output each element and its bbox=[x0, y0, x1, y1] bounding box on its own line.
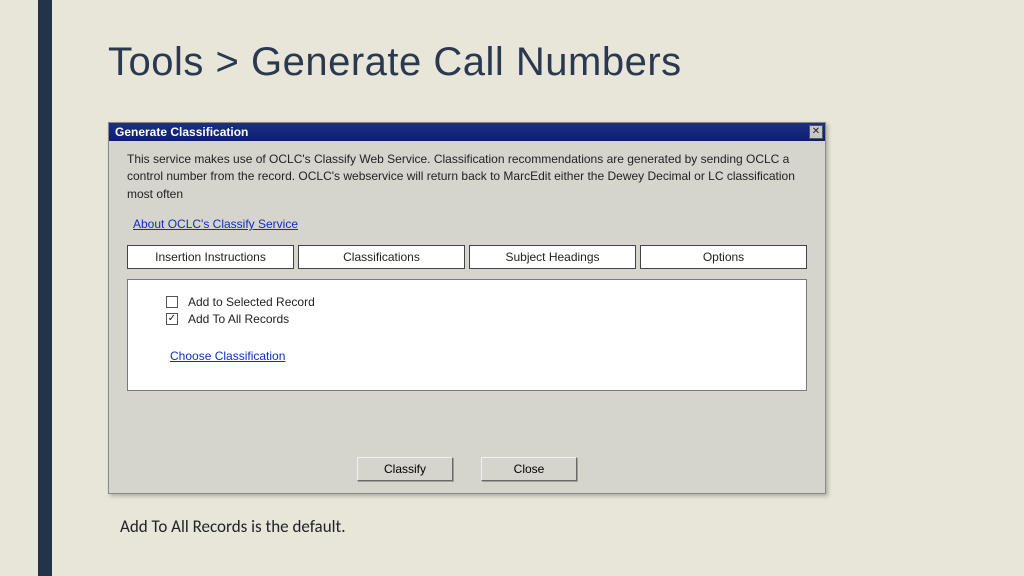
tab-insertion-instructions[interactable]: Insertion Instructions bbox=[127, 245, 294, 269]
slide-accent-bar bbox=[38, 0, 52, 576]
checkbox-add-all-records[interactable] bbox=[166, 313, 178, 325]
classify-button[interactable]: Classify bbox=[357, 457, 453, 481]
tab-options[interactable]: Options bbox=[640, 245, 807, 269]
tab-subject-headings[interactable]: Subject Headings bbox=[469, 245, 636, 269]
options-panel: Add to Selected Record Add To All Record… bbox=[127, 279, 807, 391]
about-classify-link[interactable]: About OCLC's Classify Service bbox=[133, 217, 298, 231]
checkbox-label: Add to Selected Record bbox=[188, 295, 315, 309]
slide-title: Tools > Generate Call Numbers bbox=[108, 40, 682, 85]
generate-classification-dialog: Generate Classification ✕ This service m… bbox=[108, 122, 826, 494]
checkbox-label: Add To All Records bbox=[188, 312, 289, 326]
dialog-title: Generate Classification bbox=[115, 125, 248, 139]
choose-classification-link[interactable]: Choose Classification bbox=[170, 349, 285, 363]
checkbox-add-selected-record[interactable] bbox=[166, 296, 178, 308]
close-icon[interactable]: ✕ bbox=[809, 125, 823, 139]
checkbox-row-all-records: Add To All Records bbox=[166, 312, 792, 326]
slide-caption: Add To All Records is the default. bbox=[120, 516, 346, 537]
dialog-titlebar[interactable]: Generate Classification ✕ bbox=[109, 123, 825, 141]
tab-classifications[interactable]: Classifications bbox=[298, 245, 465, 269]
dialog-button-row: Classify Close bbox=[109, 457, 825, 481]
dialog-description: This service makes use of OCLC's Classif… bbox=[127, 151, 807, 203]
tab-bar: Insertion Instructions Classifications S… bbox=[127, 245, 807, 269]
checkbox-row-selected-record: Add to Selected Record bbox=[166, 295, 792, 309]
dialog-body: This service makes use of OCLC's Classif… bbox=[109, 141, 825, 391]
close-button[interactable]: Close bbox=[481, 457, 577, 481]
